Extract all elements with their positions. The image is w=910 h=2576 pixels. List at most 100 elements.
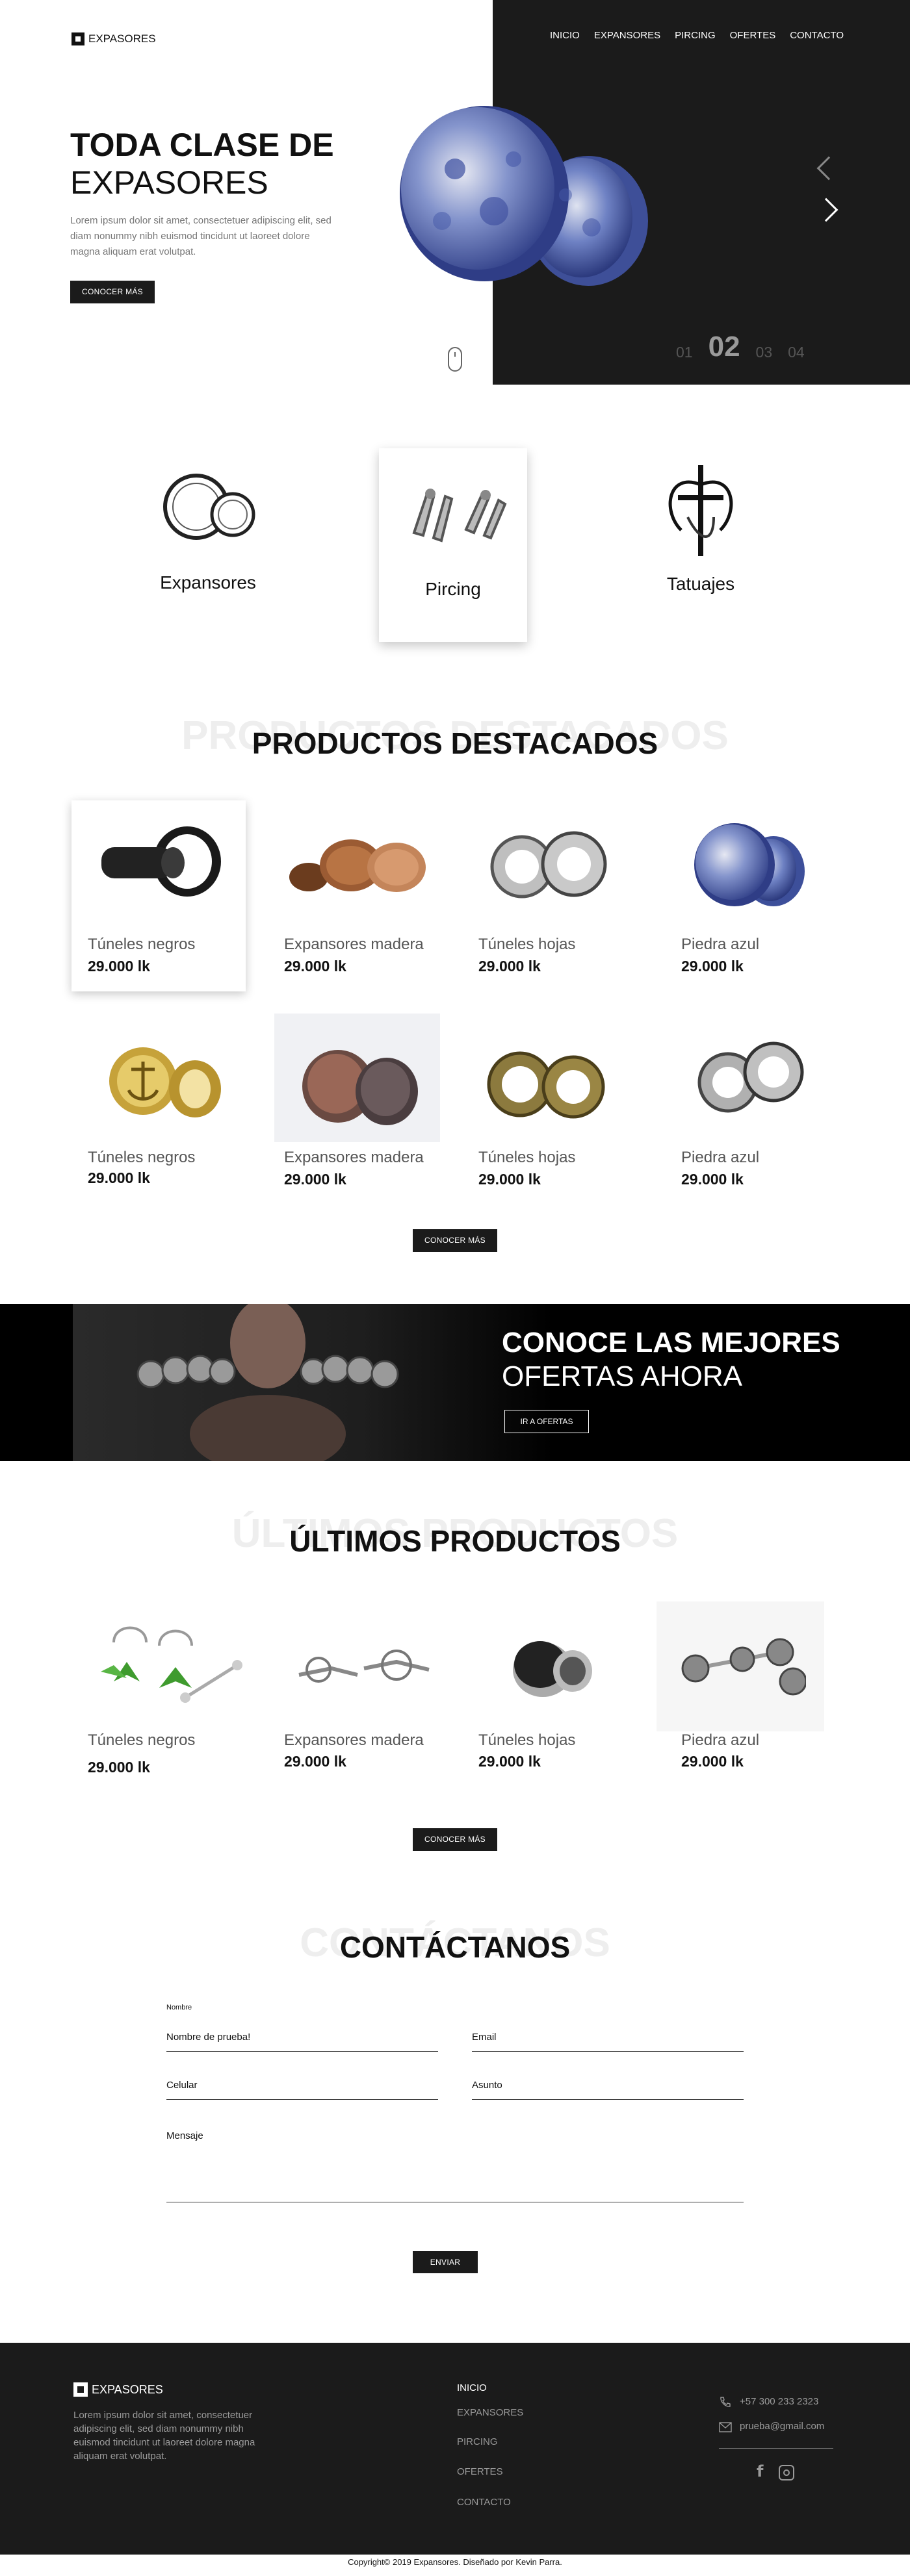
product-image-tuneles-hojas [490, 831, 607, 899]
hero-cta-button[interactable]: CONOCER MÁS [70, 281, 155, 303]
product-name[interactable]: Piedra azul [681, 1731, 759, 1750]
email-field-line [472, 2051, 744, 2052]
product-price: 29.000 lk [88, 1759, 150, 1776]
slide-01[interactable]: 01 [676, 344, 693, 361]
product-name[interactable]: Túneles negros [88, 1731, 195, 1750]
footer-link-inicio[interactable]: INICIO [457, 2382, 487, 2393]
tatuajes-icon [668, 465, 733, 556]
phone-field[interactable]: Celular [166, 2080, 198, 2091]
product-name[interactable]: Expansores madera [284, 1731, 424, 1750]
product-image-tuneles-negros [101, 826, 221, 897]
footer-email[interactable]: prueba@gmail.com [740, 2421, 824, 2432]
product-image-barbell-flores [681, 1638, 806, 1696]
product-name[interactable]: Expansores madera [284, 936, 424, 954]
category-expansores[interactable]: Expansores [130, 448, 286, 617]
product-image-tuneles-hojas-dorado [487, 1051, 605, 1119]
instagram-icon[interactable] [779, 2465, 794, 2480]
footer-link-expansores[interactable]: EXPANSORES [457, 2407, 523, 2418]
category-tatuajes[interactable]: Tatuajes [623, 448, 779, 617]
offers-button[interactable]: IR A OFERTAS [504, 1410, 589, 1433]
scroll-mouse-icon [448, 347, 462, 372]
product-price: 29.000 lk [681, 1753, 744, 1770]
copyright: Copyright© 2019 Expansores. Diseñado por… [348, 2557, 562, 2567]
logo-icon [72, 32, 84, 45]
product-price: 29.000 lk [478, 1171, 541, 1188]
latest-more-button[interactable]: CONOCER MÁS [413, 1828, 497, 1851]
product-price: 29.000 lk [284, 958, 346, 975]
product-name[interactable]: Expansores madera [284, 1149, 424, 1167]
footer-text: Lorem ipsum dolor sit amet, consectetuer… [73, 2410, 255, 2462]
name-field-line [166, 2051, 438, 2052]
product-name[interactable]: Túneles negros [88, 936, 195, 954]
product-name[interactable]: Túneles hojas [478, 936, 575, 954]
facebook-icon[interactable]: f [757, 2462, 763, 2480]
message-field[interactable]: Mensaje [166, 2130, 203, 2141]
product-price: 29.000 lk [284, 1753, 346, 1770]
slide-indicators: 01 02 03 04 [676, 333, 805, 361]
product-price: 29.000 lk [478, 958, 541, 975]
expansores-icon [163, 474, 255, 540]
pircing-icon [412, 489, 507, 542]
footer-link-ofertes[interactable]: OFERTES [457, 2466, 503, 2477]
send-button[interactable]: ENVIAR [413, 2251, 478, 2273]
product-name[interactable]: Piedra azul [681, 1149, 759, 1167]
name-field-value[interactable]: Nombre de prueba! [166, 2032, 250, 2043]
hero-text: Lorem ipsum dolor sit amet, consectetuer… [70, 215, 332, 257]
category-label: Expansores [160, 572, 256, 593]
product-image-piedra-azul [694, 823, 805, 906]
nav-expansores[interactable]: EXPANSORES [594, 30, 660, 41]
email-field[interactable]: Email [472, 2032, 497, 2043]
offers-title-bold: CONOCE LAS MEJORES [502, 1327, 840, 1358]
product-price: 29.000 lk [681, 1171, 744, 1188]
slide-03[interactable]: 03 [756, 344, 773, 361]
hero-product-image [400, 106, 648, 286]
product-name[interactable]: Túneles hojas [478, 1149, 575, 1167]
product-price: 29.000 lk [88, 1169, 150, 1186]
product-image-piercings-hojas [101, 1626, 242, 1703]
offers-title-light: OFERTAS AHORA [502, 1360, 743, 1392]
category-pircing-card[interactable]: Pircing [379, 448, 527, 642]
subject-field-line [472, 2099, 744, 2100]
footer-logo-text: EXPASORES [92, 2382, 163, 2396]
product-image-tuneles-negros-brillo [513, 1641, 592, 1697]
product-price: 29.000 lk [478, 1753, 541, 1770]
hero-title-light: EXPASORES [70, 164, 268, 201]
footer-phone[interactable]: +57 300 233 2323 [740, 2396, 818, 2407]
product-price: 29.000 lk [88, 958, 150, 975]
footer-logo-icon [73, 2382, 88, 2397]
product-image-expansores-madera-oscura [302, 1050, 418, 1125]
nav-ofertes[interactable]: OFERTES [730, 30, 776, 41]
logo-text: EXPASORES [88, 32, 156, 45]
logo[interactable]: EXPASORES [72, 32, 156, 45]
main-nav: INICIO EXPANSORES PIRCING OFERTES CONTAC… [538, 30, 844, 41]
name-field-label: Nombre [166, 2004, 192, 2011]
product-image-expansores-madera [289, 839, 426, 892]
slide-04[interactable]: 04 [788, 344, 805, 361]
product-price: 29.000 lk [284, 1171, 346, 1188]
offers-banner-image [73, 1304, 554, 1461]
latest-title: ÚLTIMOS PRODUCTOS [289, 1524, 621, 1558]
product-image-anchor-plugs [109, 1047, 221, 1117]
phone-icon [720, 2397, 731, 2407]
subject-field[interactable]: Asunto [472, 2080, 502, 2091]
featured-title: PRODUCTOS DESTACADOS [252, 726, 658, 760]
product-price: 29.000 lk [681, 958, 744, 975]
product-image-piercings-plata [298, 1650, 430, 1683]
product-name[interactable]: Túneles hojas [478, 1731, 575, 1750]
phone-field-line [166, 2099, 438, 2100]
featured-more-button[interactable]: CONOCER MÁS [413, 1229, 497, 1252]
footer-divider [719, 2448, 833, 2449]
category-label: Tatuajes [666, 574, 735, 594]
category-label: Pircing [425, 579, 481, 599]
nav-pircing[interactable]: PIRCING [675, 30, 716, 41]
footer-link-contacto[interactable]: CONTACTO [457, 2497, 511, 2508]
nav-inicio[interactable]: INICIO [550, 30, 580, 41]
product-image-tuneles-calaveras [697, 1041, 804, 1113]
slide-02-active[interactable]: 02 [708, 333, 740, 361]
footer-link-pircing[interactable]: PIRCING [457, 2436, 498, 2447]
product-name[interactable]: Túneles negros [88, 1149, 195, 1167]
nav-contacto[interactable]: CONTACTO [790, 30, 844, 41]
footer-logo[interactable]: EXPASORES [73, 2382, 163, 2397]
mail-icon [719, 2422, 732, 2432]
product-name[interactable]: Piedra azul [681, 936, 759, 954]
